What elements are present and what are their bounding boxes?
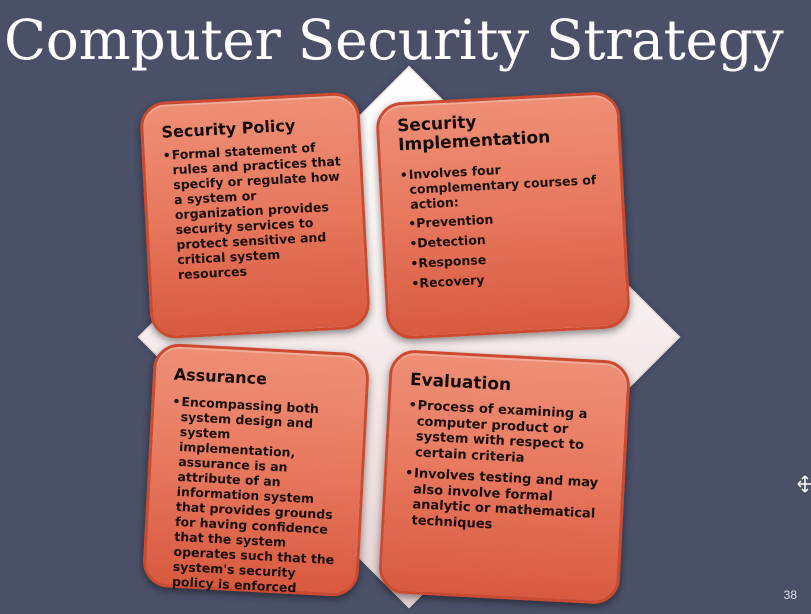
- security-implementation-card: Security Implementation Involves four co…: [374, 90, 632, 341]
- evaluation-card: Evaluation Process of examining a comput…: [377, 348, 632, 606]
- bullet-list: Process of examining a computer product …: [402, 398, 610, 538]
- bullet-list: Formal statement of rules and practices …: [162, 138, 349, 282]
- page-number: 38: [783, 588, 797, 602]
- bullet-item: Involves testing and may also involve fo…: [402, 466, 606, 538]
- card-heading: Evaluation: [409, 369, 512, 396]
- bullet-item: Process of examining a computer product …: [406, 398, 610, 470]
- card-heading: Assurance: [173, 364, 268, 389]
- security-policy-card: Security Policy Formal statement of rule…: [138, 91, 372, 340]
- slide-title: Computer Security Strategy: [4, 8, 784, 72]
- card-heading: Security Policy: [161, 115, 296, 142]
- card-heading: Security Implementation: [396, 112, 551, 156]
- assurance-card: Assurance Encompassing both system desig…: [141, 342, 371, 598]
- bullet-item: Encompassing both system design and syst…: [163, 394, 349, 598]
- sub-bullet-list: Prevention Detection Response Recovery: [402, 206, 610, 292]
- bullet-item: Involves four complementary courses of a…: [399, 157, 605, 213]
- move-cursor-icon: [797, 475, 811, 493]
- bullet-list: Involves four complementary courses of a…: [399, 157, 605, 213]
- bullet-list: Encompassing both system design and syst…: [163, 394, 349, 598]
- bullet-item: Formal statement of rules and practices …: [162, 138, 349, 282]
